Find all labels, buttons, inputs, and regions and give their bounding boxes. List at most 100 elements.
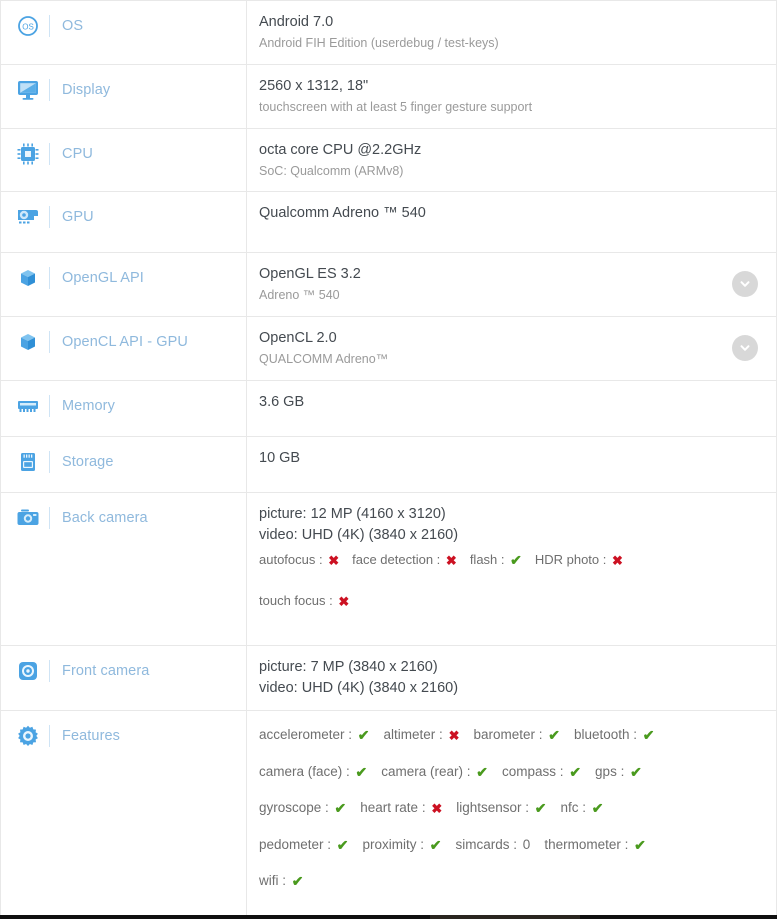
icon-divider	[49, 15, 50, 37]
feature-name: gyroscope :	[259, 800, 333, 816]
feature-line: touch focus : ✖	[259, 593, 762, 608]
check-icon: ✔	[634, 836, 646, 853]
feature-item: lightsensor : ✔	[456, 801, 546, 815]
value-cell-cpu: octa core CPU @2.2GHz SoC: Qualcomm (ARM…	[246, 128, 777, 192]
spec-label-gpu: GPU	[62, 209, 94, 226]
label-cell-display: Display	[0, 64, 247, 129]
back-camera-video: video: UHD (4K) (3840 x 2160)	[259, 526, 459, 543]
cube-icon	[13, 328, 43, 356]
spec-label-back-camera: Back camera	[62, 509, 148, 526]
feature-name: heart rate :	[360, 800, 430, 816]
feature-item: simcards : 0	[456, 838, 531, 852]
spec-label-cpu: CPU	[62, 145, 93, 162]
front-camera-icon	[13, 657, 43, 685]
svg-text:OS: OS	[22, 23, 34, 32]
feature-name: flash :	[469, 552, 509, 568]
value-cell-back-camera: picture: 12 MP (4160 x 3120) video: UHD …	[246, 492, 777, 646]
label-inner-opencl: OpenCL API - GPU	[1, 317, 246, 367]
icon-divider	[49, 725, 50, 748]
opencl-version: OpenCL 2.0	[259, 330, 337, 347]
check-icon: ✔	[476, 763, 489, 780]
table-row-display: Display 2560 x 1312, 18" touchscreen wit…	[0, 64, 777, 129]
feature-name: simcards :	[455, 837, 521, 853]
label-inner-back-camera: Back camera	[1, 493, 246, 543]
check-icon: ✔	[642, 727, 655, 744]
icon-divider	[49, 142, 50, 165]
opengl-renderer: Adreno ™ 540	[259, 288, 340, 303]
spec-table-body: OS OS Android 7.0 Android FIH Edition (u…	[0, 0, 777, 919]
cross-icon: ✖	[328, 553, 340, 569]
feature-line: pedometer : ✔ proximity : ✔ simcards : 0th…	[259, 837, 762, 852]
feature-item: HDR photo : ✖	[535, 553, 623, 567]
table-row-back-camera: Back camera picture: 12 MP (4160 x 3120)…	[0, 492, 777, 646]
feature-item: heart rate : ✖	[360, 801, 442, 815]
label-inner-storage: Storage	[1, 437, 246, 487]
label-cell-opencl: OpenCL API - GPU	[0, 316, 247, 381]
label-inner-display: Display	[1, 65, 246, 115]
front-camera-picture: picture: 7 MP (3840 x 2160)	[259, 658, 438, 675]
device-spec-page: OS OS Android 7.0 Android FIH Edition (u…	[0, 0, 777, 919]
check-icon: ✔	[510, 552, 522, 569]
camera-icon	[13, 504, 43, 532]
feature-line: autofocus : ✖ face detection : ✖ flash : ✔…	[259, 553, 762, 569]
feature-name: touch focus :	[259, 592, 337, 608]
opencl-renderer: QUALCOMM Adreno™	[259, 352, 389, 367]
memory-size: 3.6 GB	[259, 393, 305, 410]
feature-item: proximity : ✔	[363, 838, 442, 852]
feature-item: camera (face) : ✔	[259, 765, 367, 779]
os-build: Android FIH Edition (userdebug / test-ke…	[259, 36, 499, 51]
check-icon: ✔	[534, 800, 547, 817]
table-row-os: OS OS Android 7.0 Android FIH Edition (u…	[0, 0, 777, 65]
device-specification-table: OS OS Android 7.0 Android FIH Edition (u…	[0, 0, 777, 919]
label-inner-os: OS OS	[1, 1, 246, 51]
spec-label-os: OS	[62, 18, 84, 34]
feature-value: 0	[522, 837, 531, 853]
chevron-down-icon	[740, 345, 750, 351]
label-inner-cpu: CPU	[1, 129, 246, 179]
feature-name: camera (rear) :	[381, 763, 475, 779]
check-icon: ✔	[291, 873, 304, 890]
value-cell-os: Android 7.0 Android FIH Edition (userdeb…	[246, 0, 777, 65]
icon-divider	[49, 206, 50, 229]
back-camera-flags: autofocus : ✖ face detection : ✖ flash : ✔…	[259, 553, 762, 608]
monitor-icon	[13, 76, 43, 104]
os-circle-icon: OS	[13, 12, 43, 40]
feature-name: altimeter :	[383, 727, 447, 743]
gear-icon	[13, 722, 43, 750]
gpu-model: Qualcomm Adreno ™ 540	[259, 205, 426, 222]
feature-name: thermometer :	[544, 836, 633, 852]
label-inner-gpu: GPU	[1, 192, 246, 242]
spec-label-front-camera: Front camera	[62, 662, 150, 679]
feature-item: compass : ✔	[502, 765, 581, 779]
value-cell-storage: 10 GB	[246, 436, 777, 493]
label-inner-opengl: OpenGL API	[1, 253, 246, 303]
cpu-soc: SoC: Qualcomm (ARMv8)	[259, 163, 404, 178]
check-icon: ✔	[548, 727, 560, 744]
os-version: Android 7.0	[259, 14, 334, 30]
feature-item: barometer : ✔	[473, 728, 560, 742]
feature-item: face detection : ✖	[352, 553, 457, 567]
cube-icon	[13, 264, 43, 292]
opengl-version: OpenGL ES 3.2	[259, 266, 361, 283]
icon-divider	[49, 267, 50, 290]
cross-icon: ✖	[445, 553, 457, 569]
check-icon: ✔	[569, 763, 582, 780]
feature-line: accelerometer : ✔ altimeter : ✖ barometer …	[259, 728, 762, 742]
icon-divider	[49, 659, 50, 682]
cross-icon: ✖	[338, 593, 350, 609]
display-touch-info: touchscreen with at least 5 finger gestu…	[259, 99, 533, 114]
feature-item: flash : ✔	[470, 553, 522, 567]
front-camera-video: video: UHD (4K) (3840 x 2160)	[259, 680, 459, 696]
back-camera-picture: picture: 12 MP (4160 x 3120)	[259, 505, 446, 522]
expand-opencl-button[interactable]	[732, 335, 758, 362]
feature-name: wifi :	[259, 873, 290, 889]
value-cell-features: accelerometer : ✔ altimeter : ✖ barometer …	[246, 710, 777, 919]
chevron-down-icon	[740, 281, 750, 288]
check-icon: ✔	[334, 800, 347, 817]
value-cell-opengl: OpenGL ES 3.2 Adreno ™ 540	[246, 252, 777, 317]
table-row-gpu: GPU Qualcomm Adreno ™ 540	[0, 191, 777, 253]
label-cell-front-camera: Front camera	[0, 645, 247, 711]
feature-item: thermometer : ✔	[544, 838, 646, 852]
feature-name: lightsensor :	[456, 800, 533, 816]
spec-label-opengl: OpenGL API	[62, 270, 144, 287]
